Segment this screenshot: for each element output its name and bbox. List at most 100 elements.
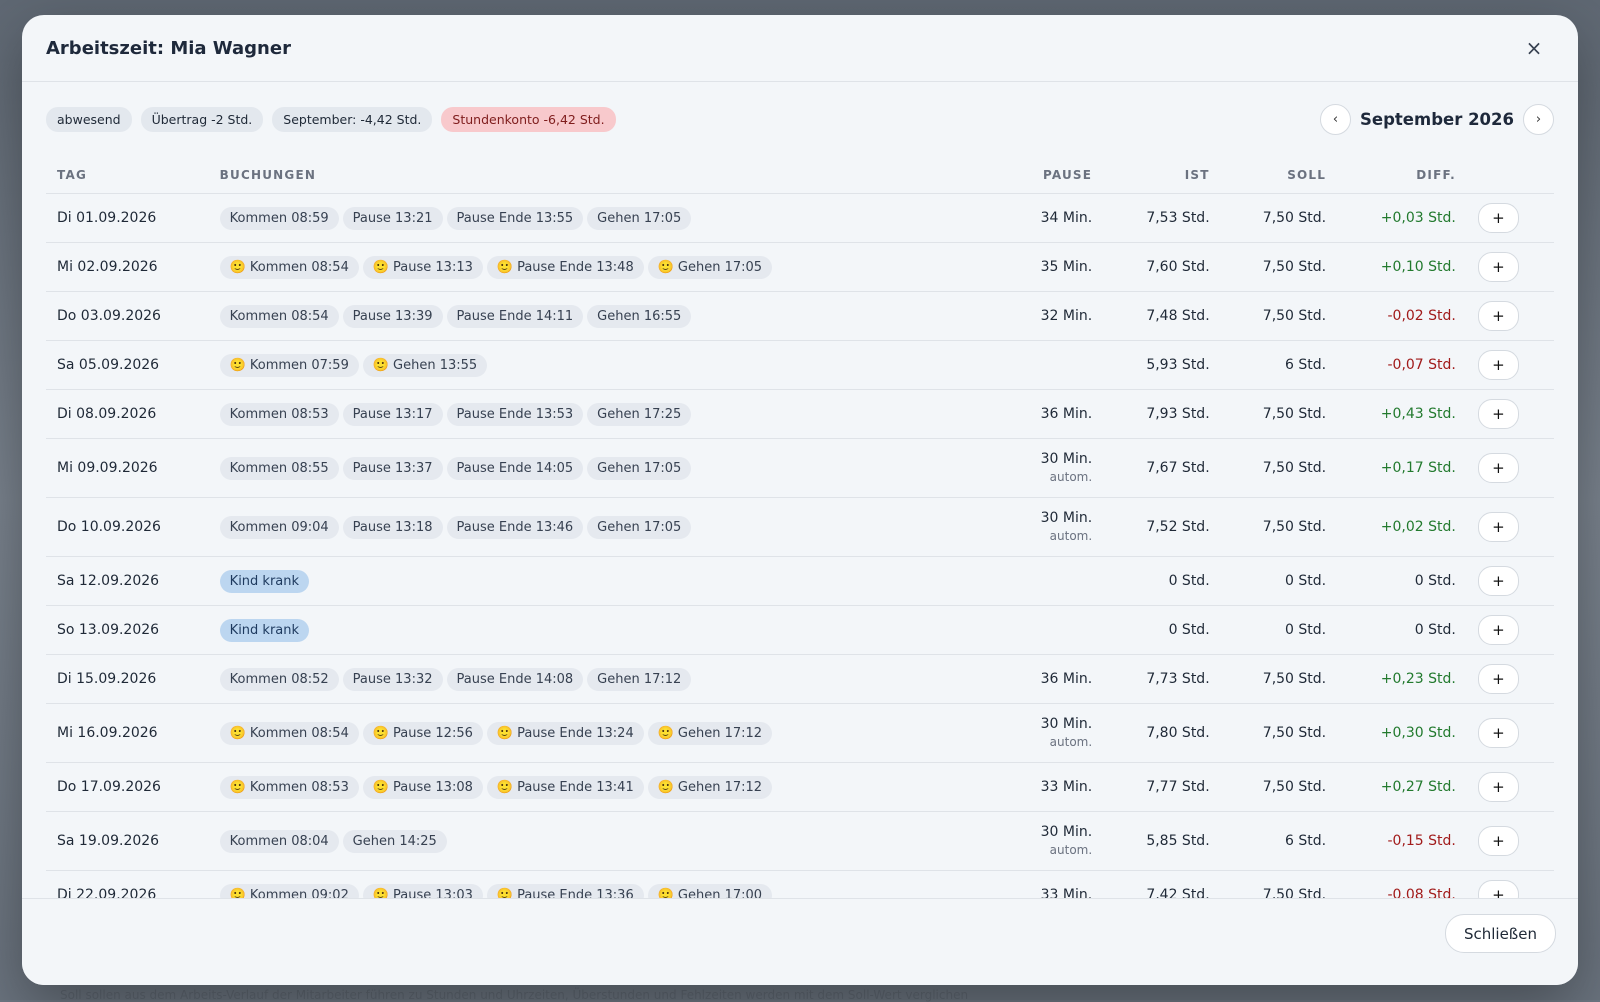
add-booking-button[interactable]: +: [1477, 718, 1519, 748]
booking-chip[interactable]: 🙂 Pause Ende 13:41: [486, 775, 644, 799]
booking-chip[interactable]: 🙂 Pause Ende 13:24: [486, 721, 644, 745]
row-ist: 0 Std.: [1092, 556, 1210, 606]
booking-chip[interactable]: 🙂 Pause 13:08: [362, 775, 483, 799]
booking-chip[interactable]: Gehen 17:05: [587, 456, 692, 480]
booking-chip[interactable]: 🙂 Pause 12:56: [362, 721, 483, 745]
add-booking-button[interactable]: +: [1477, 399, 1519, 429]
booking-chip[interactable]: 🙂 Gehen 17:12: [647, 721, 773, 745]
close-icon[interactable]: ×: [1520, 34, 1548, 62]
table-body: Di 01.09.2026 Kommen 08:59 Pause 13:21 Paus…: [46, 193, 1554, 920]
booking-chip[interactable]: Pause Ende 13:55: [446, 206, 584, 230]
row-ist: 7,53 Std.: [1092, 193, 1210, 243]
row-soll: 7,50 Std.: [1209, 242, 1327, 292]
pause-autom-note: autom.: [1049, 529, 1093, 543]
add-booking-button[interactable]: +: [1477, 512, 1519, 542]
prev-month-button[interactable]: ‹: [1320, 103, 1352, 135]
booking-chip[interactable]: 🙂 Gehen 17:05: [647, 255, 773, 279]
booking-chips: Kommen 08:53 Pause 13:17 Pause Ende 13:53 G…: [219, 402, 874, 426]
row-soll: 7,50 Std.: [1209, 193, 1327, 243]
booking-chip[interactable]: 🙂 Pause 13:13: [362, 255, 483, 279]
booking-chip[interactable]: Gehen 17:05: [587, 206, 692, 230]
add-booking-button[interactable]: +: [1477, 615, 1519, 645]
booking-chip[interactable]: Kommen 08:59: [219, 206, 339, 230]
add-booking-button[interactable]: +: [1477, 350, 1519, 380]
next-month-button[interactable]: ›: [1523, 103, 1554, 135]
pause-value: 30 Min.: [1040, 824, 1093, 840]
booking-chip[interactable]: Pause Ende 14:05: [446, 456, 584, 480]
booking-chip[interactable]: Gehen 14:25: [342, 829, 447, 853]
table-row: Mi 16.09.2026 🙂 Kommen 08:54 🙂 Pause 12:56 🙂 P…: [46, 703, 1554, 763]
booking-chip[interactable]: Pause 13:17: [342, 402, 443, 426]
add-booking-button[interactable]: +: [1477, 203, 1519, 233]
booking-chip[interactable]: Gehen 16:55: [587, 304, 692, 328]
booking-chip[interactable]: Kommen 09:04: [219, 515, 339, 539]
row-bookings: Kommen 08:53 Pause 13:17 Pause Ende 13:53 G…: [219, 389, 874, 439]
row-soll: 7,50 Std.: [1209, 654, 1327, 704]
add-booking-button[interactable]: +: [1477, 664, 1519, 694]
booking-chip[interactable]: Gehen 17:12: [587, 667, 692, 691]
add-booking-button[interactable]: +: [1477, 772, 1519, 802]
booking-chip[interactable]: Pause 13:37: [342, 456, 443, 480]
add-booking-button[interactable]: +: [1477, 566, 1519, 596]
row-bookings: Kommen 08:04 Gehen 14:25: [219, 811, 874, 871]
table-row: Di 15.09.2026 Kommen 08:52 Pause 13:32 Paus…: [46, 654, 1554, 704]
absence-chip[interactable]: Kind krank: [219, 618, 310, 642]
booking-chip[interactable]: 🙂 Gehen 13:55: [362, 353, 488, 377]
row-date: Di 08.09.2026: [46, 389, 220, 439]
add-booking-button[interactable]: +: [1477, 826, 1519, 856]
row-actions: +: [1455, 703, 1554, 763]
booking-chip[interactable]: 🙂 Kommen 08:54: [219, 255, 359, 279]
header-soll: SOLL: [1209, 157, 1327, 194]
booking-chips: 🙂 Kommen 07:59 🙂 Gehen 13:55: [219, 353, 874, 377]
row-date: Mi 09.09.2026: [46, 438, 220, 498]
booking-chip[interactable]: Pause 13:18: [342, 515, 443, 539]
booking-chip[interactable]: 🙂 Kommen 08:54: [219, 721, 359, 745]
booking-chip[interactable]: Pause Ende 14:08: [446, 667, 584, 691]
row-diff: +0,17 Std.: [1326, 438, 1456, 498]
row-actions: +: [1455, 291, 1554, 341]
add-booking-button[interactable]: +: [1477, 453, 1519, 483]
booking-chip[interactable]: Pause Ende 13:46: [446, 515, 584, 539]
add-booking-button[interactable]: +: [1477, 252, 1519, 282]
booking-chip[interactable]: 🙂 Gehen 17:12: [647, 775, 773, 799]
booking-chip[interactable]: Pause Ende 13:53: [446, 402, 584, 426]
row-actions: +: [1455, 605, 1554, 655]
booking-chip[interactable]: Gehen 17:05: [587, 515, 692, 539]
booking-chip[interactable]: Pause Ende 14:11: [446, 304, 584, 328]
booking-chip[interactable]: 🙂 Pause Ende 13:48: [486, 255, 644, 279]
booking-chip[interactable]: Gehen 17:25: [587, 402, 692, 426]
booking-chip[interactable]: Kommen 08:54: [219, 304, 339, 328]
booking-label: Pause 12:56: [393, 725, 473, 741]
row-soll: 7,50 Std.: [1209, 497, 1327, 557]
booking-chip[interactable]: Kommen 08:04: [219, 829, 339, 853]
absence-chip[interactable]: Kind krank: [219, 569, 310, 593]
row-diff: +0,27 Std.: [1326, 762, 1456, 812]
booking-chip[interactable]: Pause 13:39: [342, 304, 443, 328]
pause-value: 34 Min.: [1040, 210, 1093, 226]
row-diff: +0,43 Std.: [1326, 389, 1456, 439]
row-actions: +: [1455, 497, 1554, 557]
booking-chip[interactable]: Pause 13:21: [342, 206, 443, 230]
close-button[interactable]: Schließen: [1444, 914, 1556, 953]
time-table: TAG BUCHUNGEN PAUSE IST SOLL DIFF. Di 01…: [46, 157, 1554, 920]
modal-header: Arbeitszeit: Mia Wagner ×: [22, 15, 1578, 82]
booking-chip[interactable]: Kommen 08:53: [219, 402, 339, 426]
row-bookings: Kind krank: [219, 556, 874, 606]
booking-label: Kind krank: [229, 622, 300, 638]
booking-chip[interactable]: 🙂 Kommen 07:59: [219, 353, 359, 377]
row-date: Sa 05.09.2026: [46, 340, 220, 390]
booking-chip[interactable]: Kommen 08:52: [219, 667, 339, 691]
booking-label: Kommen 08:54: [249, 259, 349, 275]
booking-label: Kommen 08:53: [249, 779, 349, 795]
booking-chip[interactable]: Pause 13:32: [342, 667, 443, 691]
row-actions: +: [1455, 242, 1554, 292]
add-booking-button[interactable]: +: [1477, 301, 1519, 331]
row-ist: 5,93 Std.: [1092, 340, 1210, 390]
booking-label: Gehen 13:55: [393, 357, 478, 373]
booking-chip[interactable]: 🙂 Kommen 08:53: [219, 775, 359, 799]
row-soll: 0 Std.: [1209, 556, 1327, 606]
row-date: Di 01.09.2026: [46, 193, 220, 243]
booking-chip[interactable]: Kommen 08:55: [219, 456, 339, 480]
row-bookings: 🙂 Kommen 08:54 🙂 Pause 12:56 🙂 Pause Ende 13:…: [219, 703, 874, 763]
row-bookings: Kind krank: [219, 605, 874, 655]
